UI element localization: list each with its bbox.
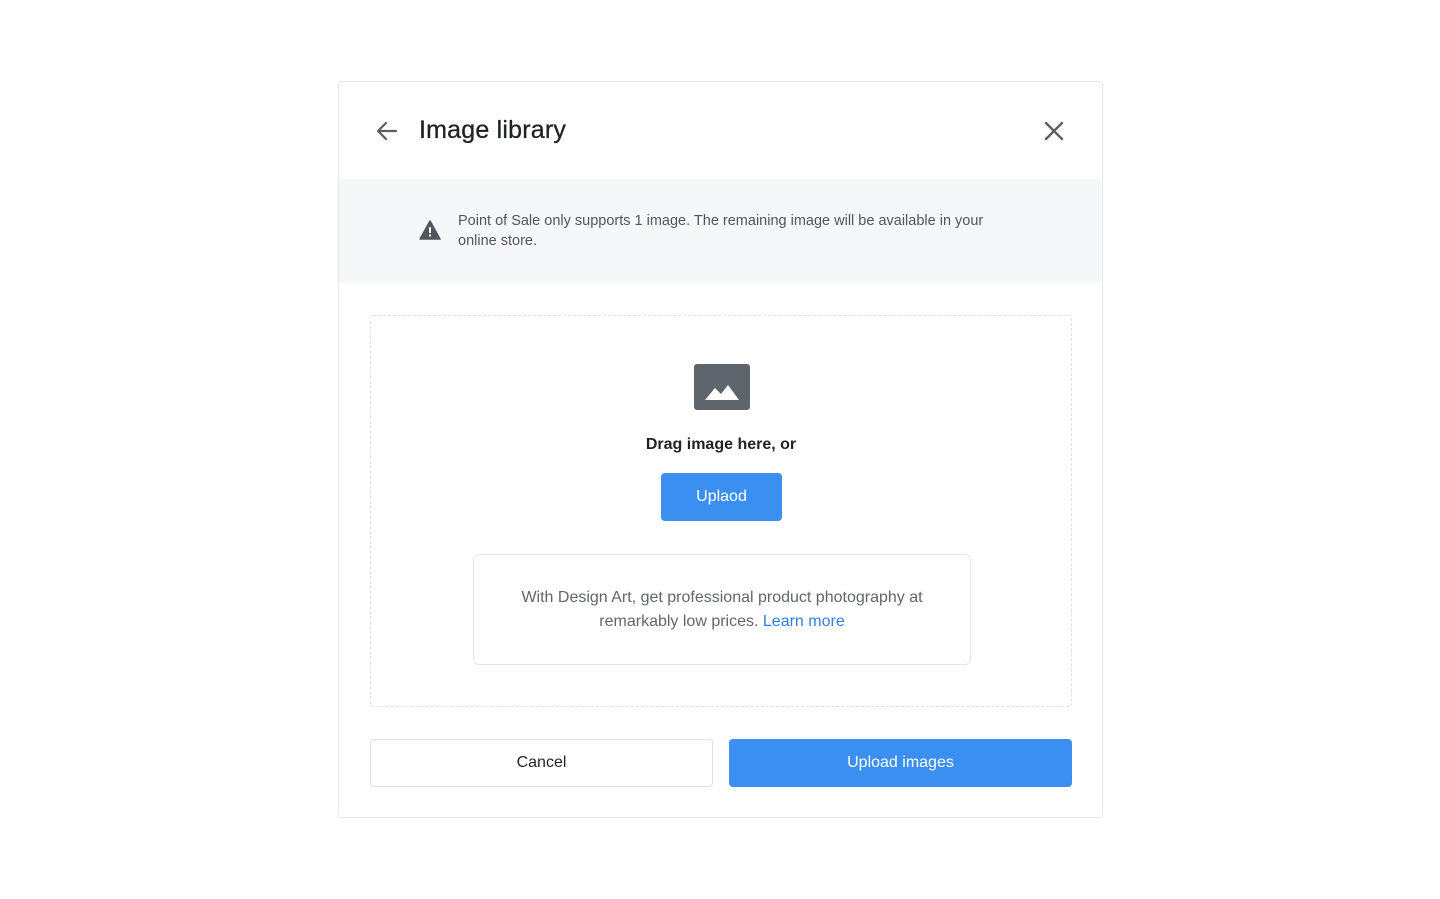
image-placeholder-icon [694,364,750,410]
promo-text-wrapper: With Design Art, get professional produc… [504,586,940,634]
dialog-title: Image library [419,116,567,144]
upload-images-button[interactable]: Upload images [729,739,1072,787]
image-library-dialog: Image library Point of Sale only support… [338,81,1103,818]
dialog-header: Image library [339,82,1102,179]
warning-icon [419,220,441,240]
promo-box: With Design Art, get professional produc… [473,554,971,665]
arrow-left-icon [376,121,398,141]
notice-banner: Point of Sale only supports 1 image. The… [339,179,1102,283]
notice-text: Point of Sale only supports 1 image. The… [458,213,984,249]
upload-button[interactable]: Uplaod [661,473,782,521]
back-button[interactable] [371,115,403,147]
cancel-button[interactable]: Cancel [370,739,713,787]
close-icon [1044,121,1064,141]
drag-instruction: Drag image here, or [645,436,797,453]
image-dropzone[interactable]: Drag image here, or Uplaod With Design A… [370,315,1072,707]
learn-more-link[interactable]: Learn more [763,613,845,630]
promo-text: With Design Art, get professional produc… [521,588,923,630]
close-button[interactable] [1038,115,1070,147]
